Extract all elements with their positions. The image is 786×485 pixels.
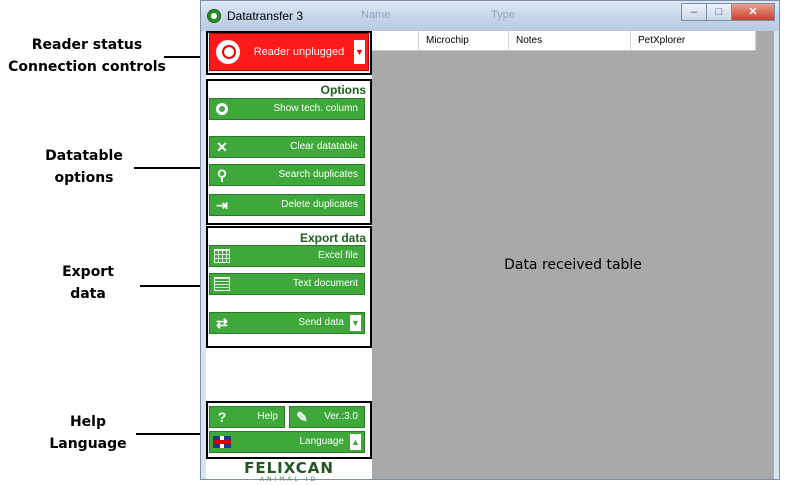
logo-main-text: FELIXCAN <box>244 459 334 477</box>
app-window: Datatransfer 3 Name Type – □ ✕ Reader un… <box>200 0 780 483</box>
title-bar[interactable]: Datatransfer 3 Name Type – □ ✕ <box>201 1 779 31</box>
column-header-microchip[interactable]: Microchip <box>419 31 509 51</box>
annotation-text: Datatable <box>45 148 123 164</box>
window-controls: – □ ✕ <box>681 3 775 21</box>
column-header-notes[interactable]: Notes <box>509 31 631 51</box>
annotation-text: Reader status <box>31 37 143 53</box>
annotation-text: Export <box>62 264 114 280</box>
highlight-datatable-options <box>206 79 372 225</box>
highlight-help-language <box>206 401 372 459</box>
data-received-table[interactable]: Microchip Notes PetXplorer Data received… <box>372 31 774 479</box>
annotation-text: options <box>54 170 114 186</box>
logo-sub-text: ANIMAL ID <box>259 476 319 483</box>
ghost-column-name: Name <box>361 9 391 21</box>
ghost-column-type: Type <box>491 9 515 21</box>
table-placeholder-label: Data received table <box>504 257 642 273</box>
annotation-connector <box>134 167 208 169</box>
app-icon <box>207 9 221 23</box>
highlight-export-data <box>206 226 372 348</box>
highlight-reader-status <box>206 31 372 75</box>
annotation-text: data <box>70 286 106 302</box>
annotation-text: Language <box>49 436 127 452</box>
close-icon[interactable]: ✕ <box>731 3 775 21</box>
maximize-icon[interactable]: □ <box>706 3 732 21</box>
column-header-blank[interactable] <box>372 31 419 51</box>
annotation-export-data: Export data <box>38 261 138 305</box>
minimize-icon[interactable]: – <box>681 3 707 21</box>
annotation-reader-status: Reader status Connection controls <box>8 34 166 78</box>
table-header: Microchip Notes PetXplorer <box>372 31 756 51</box>
window-title: Datatransfer 3 <box>227 9 304 23</box>
annotation-text: Connection controls <box>8 59 166 75</box>
felixcan-logo: FELIXCAN ANIMAL ID <box>206 459 372 483</box>
annotation-datatable-options: Datatable options <box>34 145 134 189</box>
annotation-connector <box>136 433 208 435</box>
annotation-connector <box>140 285 208 287</box>
annotation-text: Help <box>69 414 107 430</box>
annotation-help-language: Help Language <box>38 411 138 455</box>
column-header-petxplorer[interactable]: PetXplorer <box>631 31 756 51</box>
